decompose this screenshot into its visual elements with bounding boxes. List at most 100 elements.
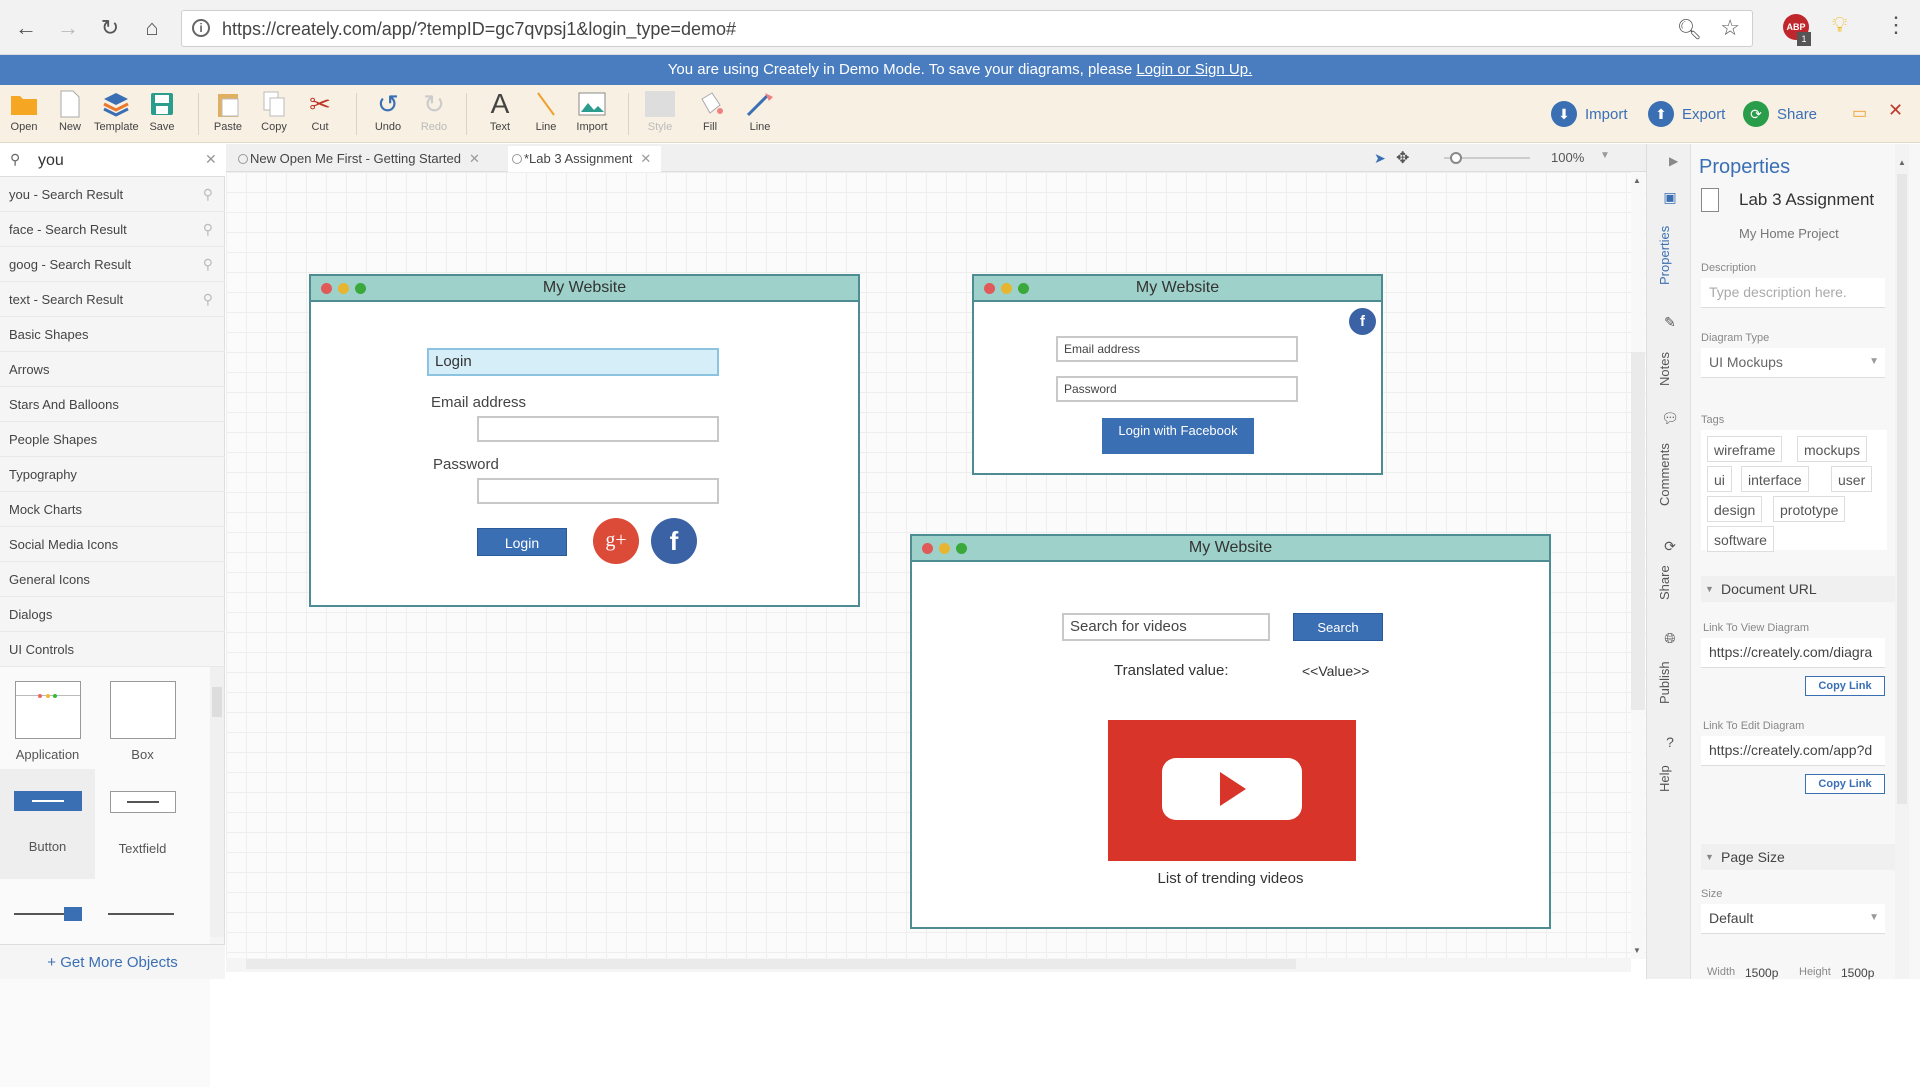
facebook-icon[interactable]: f <box>651 518 697 564</box>
properties-scrollbar[interactable]: ▲ <box>1895 144 1909 979</box>
login-signup-link[interactable]: Login or Sign Up. <box>1136 61 1252 78</box>
paste-button[interactable]: Paste <box>206 89 250 133</box>
home-icon[interactable]: ⌂ <box>138 14 166 42</box>
library-search[interactable]: ⚲ you ✕ <box>0 144 225 177</box>
password-field[interactable] <box>477 478 719 504</box>
video-search-field[interactable]: Search for videos <box>1062 613 1270 641</box>
reload-icon[interactable]: ↻ <box>96 14 124 42</box>
library-item[interactable]: People Shapes <box>0 422 225 457</box>
redo-button[interactable]: ↻ Redo <box>412 89 456 134</box>
tab-share[interactable]: ⟳ Share <box>1647 538 1691 618</box>
library-item[interactable]: Social Media Icons <box>0 527 225 562</box>
info-icon[interactable]: i <box>192 19 210 37</box>
facebook-icon[interactable]: f <box>1349 308 1376 335</box>
tab-getting-started[interactable]: New Open Me First - Getting Started ✕ <box>238 146 480 172</box>
library-item[interactable]: Stars And Balloons <box>0 387 225 422</box>
library-item[interactable]: goog - Search Result ⚲ <box>0 247 225 282</box>
document-url-section[interactable]: ▼ Document URL <box>1701 576 1901 602</box>
copy-edit-link-button[interactable]: Copy Link <box>1805 774 1885 794</box>
close-icon[interactable]: ✕ <box>1888 100 1903 121</box>
diagram-canvas[interactable]: My Website Login Email address Password … <box>226 172 1646 972</box>
zoom-icon[interactable]: 🔍︎ <box>1677 17 1702 42</box>
youtube-video-placeholder[interactable] <box>1108 720 1356 861</box>
login-heading-field[interactable]: Login <box>427 348 719 376</box>
pan-tool-icon[interactable]: ✥ <box>1396 148 1409 168</box>
login-with-facebook-button[interactable]: Login with Facebook <box>1102 418 1254 454</box>
line-style-button[interactable]: Line <box>738 89 782 133</box>
zoom-slider[interactable] <box>1444 152 1530 164</box>
library-item[interactable]: Basic Shapes <box>0 317 225 352</box>
height-value[interactable]: 1500p <box>1841 966 1874 980</box>
line-tool-button[interactable]: Line <box>524 89 568 133</box>
copy-view-link-button[interactable]: Copy Link <box>1805 676 1885 696</box>
fill-button[interactable]: Fill <box>688 89 732 133</box>
library-item[interactable]: you - Search Result ⚲ <box>0 177 225 212</box>
size-select[interactable]: Default ▼ <box>1701 904 1885 934</box>
tag-chip[interactable]: mockups <box>1797 436 1868 462</box>
tab-close-icon[interactable]: ✕ <box>640 151 651 166</box>
template-button[interactable]: Template <box>94 89 139 133</box>
tag-chip[interactable]: ui <box>1707 466 1732 492</box>
mockup-window-facebook[interactable]: My Website f Email address Password Logi… <box>972 274 1383 475</box>
search-input[interactable]: you <box>38 152 64 170</box>
tab-properties[interactable]: ▣ Properties <box>1647 189 1691 289</box>
tab-comments[interactable]: 💬︎ Comments <box>1647 410 1691 520</box>
password-field[interactable]: Password <box>1056 376 1298 402</box>
new-button[interactable]: New <box>48 89 92 133</box>
library-item[interactable]: text - Search Result ⚲ <box>0 282 225 317</box>
tag-chip[interactable]: software <box>1707 526 1774 552</box>
library-item[interactable]: Mock Charts <box>0 492 225 527</box>
mockup-window-videos[interactable]: My Website Search for videos Search Tran… <box>910 534 1551 929</box>
tab-lab3[interactable]: *Lab 3 Assignment ✕ <box>508 146 662 172</box>
library-item[interactable]: Typography <box>0 457 225 492</box>
shape-application[interactable]: Application <box>10 681 85 762</box>
import-image-button[interactable]: Import <box>570 89 614 133</box>
library-item[interactable]: UI Controls <box>0 632 225 667</box>
google-plus-icon[interactable]: g+ <box>593 518 639 564</box>
edit-link-field[interactable]: https://creately.com/app?d <box>1701 736 1885 766</box>
import-button[interactable]: ⬇ Import <box>1551 99 1628 129</box>
library-item[interactable]: face - Search Result ⚲ <box>0 212 225 247</box>
diagram-type-select[interactable]: UI Mockups ▼ <box>1701 348 1885 378</box>
shape-button[interactable]: Button <box>0 769 95 879</box>
tab-close-icon[interactable]: ✕ <box>469 151 480 166</box>
tag-chip[interactable]: user <box>1831 466 1873 492</box>
tag-chip[interactable]: wireframe <box>1707 436 1783 462</box>
canvas-vertical-scrollbar[interactable]: ▲ ▼ <box>1631 172 1645 959</box>
text-tool-button[interactable]: A Text <box>478 88 522 133</box>
library-item[interactable]: Dialogs <box>0 597 225 632</box>
width-value[interactable]: 1500p <box>1745 966 1778 980</box>
menu-icon[interactable]: ⋮ <box>1885 12 1907 38</box>
canvas-horizontal-scrollbar[interactable] <box>226 958 1631 972</box>
tab-publish[interactable]: 🌐︎ Publish <box>1647 630 1691 720</box>
copy-button[interactable]: Copy <box>252 89 296 133</box>
library-item[interactable]: General Icons <box>0 562 225 597</box>
collapse-arrow-icon[interactable]: ▶ <box>1669 154 1678 168</box>
tags-box[interactable]: wireframe mockups ui interface user design pro… <box>1701 430 1887 552</box>
view-link-field[interactable]: https://creately.com/diagra <box>1701 638 1885 668</box>
email-field[interactable]: Email address <box>1056 336 1298 362</box>
undo-button[interactable]: ↺ Undo <box>366 89 410 134</box>
zoom-dropdown-icon[interactable]: ▼ <box>1600 150 1610 161</box>
tab-help[interactable]: ? Help <box>1647 734 1691 804</box>
shape-box[interactable]: Box <box>105 681 180 762</box>
export-button[interactable]: ⬆ Export <box>1648 99 1725 129</box>
login-button[interactable]: Login <box>477 528 567 556</box>
tag-chip[interactable]: prototype <box>1773 496 1846 522</box>
library-scrollbar[interactable] <box>210 667 224 937</box>
search-button[interactable]: Search <box>1293 613 1383 641</box>
get-more-objects-link[interactable]: + Get More Objects <box>0 944 225 979</box>
document-name[interactable]: Lab 3 Assignment <box>1739 190 1874 210</box>
library-item[interactable]: Arrows <box>0 352 225 387</box>
description-field[interactable]: Type description here. <box>1701 278 1885 308</box>
pointer-tool-icon[interactable]: ➤ <box>1374 150 1386 167</box>
forward-icon[interactable]: → <box>54 14 82 42</box>
shape-textfield[interactable]: Textfield <box>105 791 180 856</box>
share-button[interactable]: ⟳ Share <box>1743 99 1817 129</box>
tag-chip[interactable]: interface <box>1741 466 1809 492</box>
save-button[interactable]: Save <box>140 89 184 133</box>
style-button[interactable]: Style <box>638 89 682 133</box>
cut-button[interactable]: ✂ Cut <box>298 89 342 134</box>
mockup-window-login[interactable]: My Website Login Email address Password … <box>309 274 860 607</box>
lightbulb-icon[interactable]: 💡︎ <box>1832 12 1847 38</box>
